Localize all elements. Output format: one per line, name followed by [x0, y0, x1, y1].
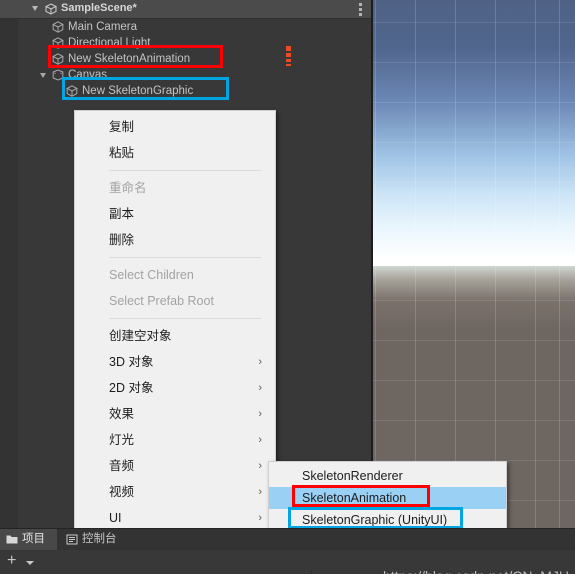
canvas-foldout-icon[interactable] — [40, 73, 46, 78]
gameobject-cube-icon — [52, 37, 64, 49]
chevron-right-icon: › — [258, 408, 262, 420]
menu-item-copy[interactable]: 复制 — [75, 114, 275, 140]
tab-label: 项目 — [22, 533, 45, 545]
hierarchy-row-label: Main Camera — [68, 21, 138, 33]
unity-scene-icon — [45, 3, 57, 15]
hierarchy-gutter — [0, 19, 18, 528]
tab-console[interactable]: 控制台 — [60, 529, 129, 550]
chevron-right-icon: › — [258, 382, 262, 394]
submenu-item-label: SkeletonRenderer — [302, 469, 403, 483]
menu-item-label: 2D 对象 — [109, 381, 154, 395]
submenu-item-label: SkeletonGraphic (UnityUI) — [302, 513, 448, 527]
menu-item-video[interactable]: 视频 › — [75, 479, 275, 505]
unity-editor-window: SampleScene* Main Camera Directional Lig… — [0, 0, 575, 574]
menu-item-create-empty[interactable]: 创建空对象 — [75, 323, 275, 349]
menu-item-label: UI — [109, 511, 122, 525]
tab-project[interactable]: 项目 — [0, 529, 57, 550]
drag-marker-icon — [286, 46, 291, 68]
menu-item-label: 音频 — [109, 459, 135, 473]
menu-item-label: 副本 — [109, 207, 135, 221]
scene-foldout-icon[interactable] — [32, 6, 38, 11]
hierarchy-row-label: Directional Light — [68, 37, 151, 49]
gameobject-cube-icon — [52, 53, 64, 65]
menu-item-label: 效果 — [109, 407, 135, 421]
spine-submenu: SkeletonRenderer SkeletonAnimation Skele… — [268, 461, 507, 535]
gameobject-cube-icon — [52, 21, 64, 33]
hierarchy-row-label: Canvas — [68, 69, 107, 81]
chevron-right-icon: › — [258, 512, 262, 524]
menu-item-label: 视频 — [109, 485, 135, 499]
menu-item-select-prefab-root: Select Prefab Root — [75, 288, 275, 314]
chevron-right-icon: › — [258, 434, 262, 446]
submenu-item-skeletonanimation[interactable]: SkeletonAnimation — [269, 487, 506, 509]
hierarchy-row-label: New SkeletonAnimation — [68, 53, 191, 65]
scene-grid — [373, 0, 575, 528]
scene-view[interactable] — [371, 0, 575, 528]
menu-item-effects[interactable]: 效果 › — [75, 401, 275, 427]
chevron-right-icon: › — [258, 460, 262, 472]
submenu-item-label: SkeletonAnimation — [302, 491, 407, 505]
scene-horizon-line — [373, 265, 575, 266]
submenu-item-skeletonrenderer[interactable]: SkeletonRenderer — [269, 465, 506, 487]
menu-item-duplicate[interactable]: 副本 — [75, 201, 275, 227]
menu-item-3d-object[interactable]: 3D 对象 › — [75, 349, 275, 375]
menu-item-label: 删除 — [109, 233, 135, 247]
menu-item-label: Select Prefab Root — [109, 294, 214, 308]
project-toolbar: + https://blog.csdn.net/CN_MJH — [0, 550, 575, 574]
menu-separator — [109, 257, 261, 258]
menu-item-select-children: Select Children — [75, 262, 275, 288]
menu-item-label: 复制 — [109, 120, 135, 134]
menu-item-rename: 重命名 — [75, 175, 275, 201]
scene-name-label: SampleScene* — [61, 2, 137, 14]
chevron-right-icon: › — [258, 486, 262, 498]
canvas-icon — [52, 69, 64, 81]
tab-label: 控制台 — [82, 533, 117, 545]
menu-item-label: 粘贴 — [109, 146, 135, 160]
list-icon — [66, 534, 78, 545]
bottom-tab-strip: 项目 控制台 — [0, 529, 575, 550]
menu-item-delete[interactable]: 删除 — [75, 227, 275, 253]
bottom-panel: 项目 控制台 + https://blog.csdn.net/CN_MJH — [0, 528, 575, 574]
menu-separator — [109, 170, 261, 171]
menu-item-label: 3D 对象 — [109, 355, 154, 369]
menu-item-label: 创建空对象 — [109, 329, 172, 343]
hierarchy-row-label: New SkeletonGraphic — [82, 85, 194, 97]
menu-separator — [109, 318, 261, 319]
folder-icon — [6, 535, 18, 544]
menu-item-2d-object[interactable]: 2D 对象 › — [75, 375, 275, 401]
watermark-text: https://blog.csdn.net/CN_MJH — [383, 568, 569, 574]
chevron-right-icon: › — [258, 356, 262, 368]
context-menu: 复制 粘贴 重命名 副本 删除 Select Children Select P… — [74, 110, 276, 574]
gameobject-cube-icon — [66, 85, 78, 97]
add-button[interactable]: + — [7, 553, 16, 569]
chevron-down-icon[interactable] — [26, 561, 34, 565]
menu-item-audio[interactable]: 音频 › — [75, 453, 275, 479]
menu-item-label: Select Children — [109, 268, 194, 282]
hierarchy-header: SampleScene* — [0, 0, 371, 19]
menu-item-paste[interactable]: 粘贴 — [75, 140, 275, 166]
menu-item-light[interactable]: 灯光 › — [75, 427, 275, 453]
menu-item-label: 重命名 — [109, 181, 147, 195]
kebab-menu-icon[interactable] — [359, 3, 363, 16]
menu-item-label: 灯光 — [109, 433, 135, 447]
